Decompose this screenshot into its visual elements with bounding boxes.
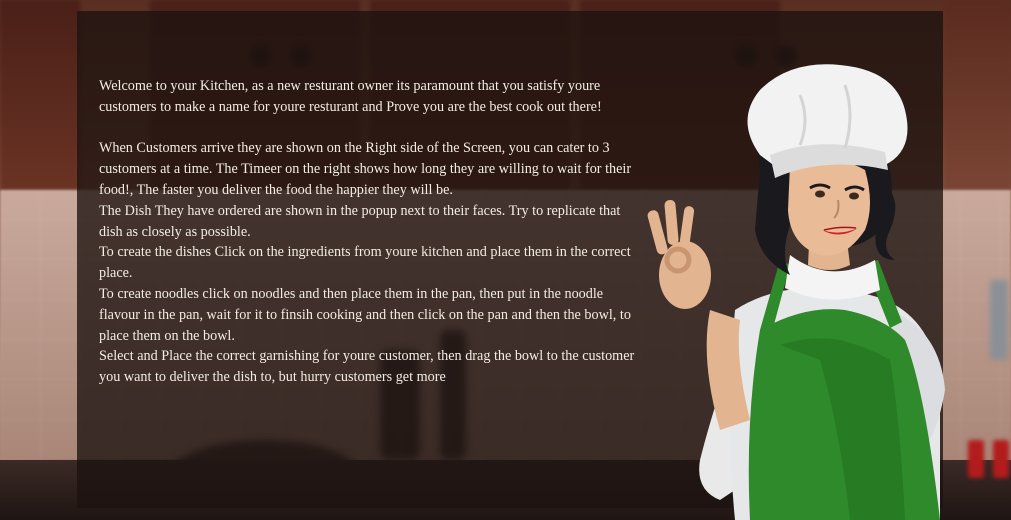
instruction-paragraph: When Customers arrive they are shown on … — [99, 140, 632, 198]
red-cup — [968, 440, 984, 478]
instruction-paragraph: Welcome to your Kitchen, as a new restur… — [99, 78, 602, 115]
instruction-paragraph: To create noodles click on noodles and t… — [99, 285, 631, 344]
bottle — [990, 280, 1008, 360]
instructions-text: Welcome to your Kitchen, as a new restur… — [99, 76, 639, 388]
cabinet — [0, 0, 80, 190]
instruction-paragraph: Select and Place the correct garnishing … — [99, 348, 635, 386]
instruction-paragraph: The Dish They have ordered are shown in … — [99, 202, 621, 240]
instruction-paragraph: To create the dishes Click on the ingred… — [99, 244, 631, 282]
chef-character-icon — [647, 64, 945, 520]
red-cup — [993, 440, 1009, 478]
